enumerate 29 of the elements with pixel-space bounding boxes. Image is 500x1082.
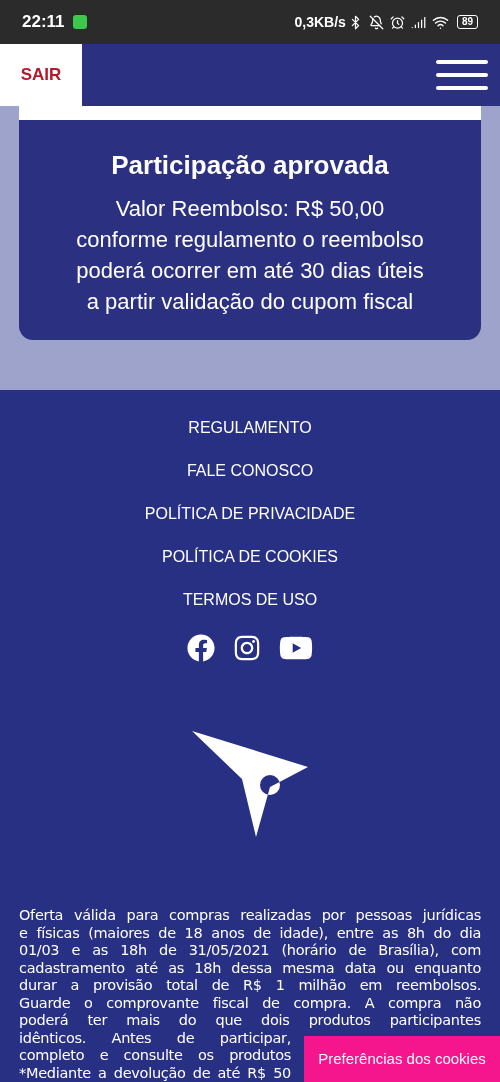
footer-link[interactable]: POLÍTICA DE COOKIES [161, 547, 338, 567]
footer-link[interactable]: TERMOS DE USO [182, 590, 318, 610]
clock: 22:11 [22, 11, 65, 34]
bell-off-icon [368, 14, 384, 30]
instagram-icon[interactable] [233, 634, 261, 662]
disclaimer-line: *Mediante a devolução de até R$ 50 [19, 1064, 291, 1082]
disclaimer-line: 01/03 e as 18h de 31/05/2021 (horário de Brasília), com [19, 942, 481, 960]
disclaimer-line: Guarde o comprovante fiscal de compra. A compra não [19, 994, 481, 1012]
disclaimer-line: durar a provisão total de R$ 1 milhão em reembolsos. [19, 977, 481, 995]
cookie-preferences-button[interactable]: Preferências dos cookies [304, 1036, 500, 1082]
alarm-icon [389, 14, 405, 30]
disclaimer-line: idênticos. Antes de participar, [19, 1029, 291, 1047]
disclaimer-line: poderá ter mais do que dois produtos participantes [19, 1012, 481, 1030]
footer-link[interactable]: POLÍTICA DE PRIVACIDADE [144, 504, 356, 524]
footer-link[interactable]: REGULAMENTO [188, 418, 312, 438]
disclaimer-line: Oferta válida para compras realizadas por pessoas jurídicas [19, 907, 481, 925]
footer-link[interactable]: FALE CONOSCO [186, 461, 314, 481]
network-speed: 0,3KB/s [294, 12, 346, 32]
menu-icon[interactable] [436, 60, 488, 90]
disclaimer-line: completo e consulte os produtos [19, 1047, 291, 1065]
battery-indicator: 89 [456, 15, 478, 29]
disclaimer-line: cadastramento até as 18h dessa mesma data ou enquanto [19, 959, 481, 977]
app-notification-icon [72, 15, 87, 29]
exit-button[interactable]: SAIR [0, 44, 82, 106]
disclaimer-line: e físicas (maiores de 18 anos de idade), entre as 8h do dia [19, 924, 481, 942]
facebook-icon[interactable] [187, 634, 215, 662]
signal-icon [410, 14, 426, 30]
card-message: Valor Reembolso: R$ 50,00 conforme regulamento o reembolso poderá ocorrer em até 30 dias úteis a partir validação do cupom fiscal [76, 195, 424, 316]
card-title: Participação aprovada [111, 149, 389, 182]
